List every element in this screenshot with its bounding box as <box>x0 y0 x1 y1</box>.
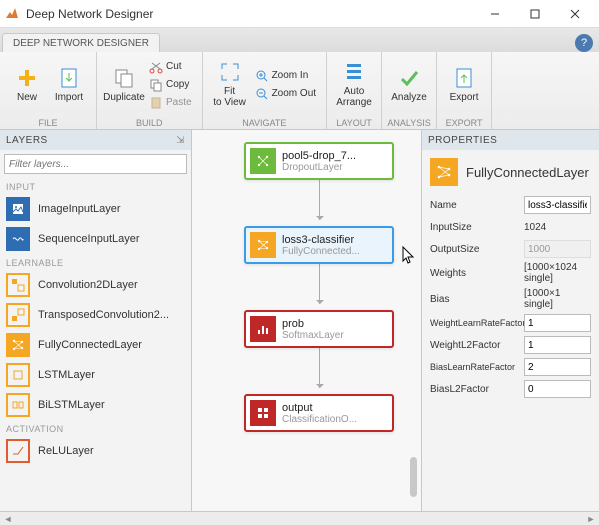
layer-tconv2d[interactable]: TransposedConvolution2... <box>0 300 191 330</box>
prop-weights: [1000×1024 single] <box>524 262 591 284</box>
check-icon <box>398 67 420 89</box>
zoom-in-icon <box>255 69 269 83</box>
layer-sequence-input[interactable]: SequenceInputLayer <box>0 224 191 254</box>
window-title: Deep Network Designer <box>26 7 475 21</box>
tconv2d-icon <box>6 303 30 327</box>
plus-icon <box>16 67 38 89</box>
layer-image-input[interactable]: ImageInputLayer <box>0 194 191 224</box>
fit-icon <box>219 61 241 83</box>
layers-panel: LAYERS ⇲ INPUT ImageInputLayer SequenceI… <box>0 130 192 511</box>
dropout-icon <box>250 148 276 174</box>
group-label-navigate: NAVIGATE <box>203 117 326 129</box>
footer: ◄ ► <box>0 511 599 525</box>
conv2d-icon <box>6 273 30 297</box>
layer-bilstm[interactable]: BiLSTMLayer <box>0 390 191 420</box>
prop-output-size-input <box>524 240 591 258</box>
lstm-icon <box>6 363 30 387</box>
matlab-logo-icon <box>4 6 20 22</box>
node-dropout[interactable]: pool5-drop_7...DropoutLayer <box>244 142 394 180</box>
fit-to-view-button[interactable]: Fit to View <box>209 56 251 114</box>
new-button[interactable]: New <box>6 56 48 114</box>
ribbon-tabs: DEEP NETWORK DESIGNER ? <box>0 28 599 52</box>
layers-panel-header: LAYERS ⇲ <box>0 130 191 150</box>
group-label-layout: LAYOUT <box>327 117 381 129</box>
zoom-out-button[interactable]: Zoom Out <box>251 85 320 103</box>
prop-blr-input[interactable] <box>524 358 591 376</box>
ribbon: New Import FILE Duplicate Cut Copy Paste… <box>0 52 599 130</box>
tab-deep-network-designer[interactable]: DEEP NETWORK DESIGNER <box>2 33 160 52</box>
prop-name-input[interactable] <box>524 196 591 214</box>
export-button[interactable]: Export <box>443 56 485 114</box>
prop-input-size: 1024 <box>524 222 591 233</box>
prop-wl2-input[interactable] <box>524 336 591 354</box>
category-input: INPUT <box>0 178 191 194</box>
import-icon <box>58 67 80 89</box>
close-button[interactable] <box>555 0 595 28</box>
properties-panel-header: PROPERTIES <box>422 130 599 150</box>
bilstm-icon <box>6 393 30 417</box>
layer-lstm[interactable]: LSTMLayer <box>0 360 191 390</box>
auto-arrange-button[interactable]: Auto Arrange <box>333 56 375 114</box>
edge <box>319 346 320 388</box>
node-loss3-classifier[interactable]: loss3-classifierFullyConnected... <box>244 226 394 264</box>
duplicate-icon <box>113 67 135 89</box>
fc-icon <box>6 333 30 357</box>
scroll-left-button[interactable]: ◄ <box>0 512 16 525</box>
maximize-button[interactable] <box>515 0 555 28</box>
zoom-in-button[interactable]: Zoom In <box>251 67 320 85</box>
paste-icon <box>149 96 163 110</box>
analyze-button[interactable]: Analyze <box>388 56 430 114</box>
properties-panel: PROPERTIES FullyConnectedLayer Name Inpu… <box>421 130 599 511</box>
import-button[interactable]: Import <box>48 56 90 114</box>
copy-button[interactable]: Copy <box>145 76 196 94</box>
relu-icon <box>6 439 30 463</box>
scroll-right-button[interactable]: ► <box>583 512 599 525</box>
group-label-build: BUILD <box>97 117 202 129</box>
softmax-icon <box>250 316 276 342</box>
zoom-out-icon <box>255 87 269 101</box>
edge <box>319 262 320 304</box>
scrollbar[interactable] <box>410 134 417 507</box>
filter-layers <box>4 154 187 174</box>
group-label-file: FILE <box>0 117 96 129</box>
layer-relu[interactable]: ReLULayer <box>0 436 191 466</box>
edge <box>319 178 320 220</box>
prop-bias: [1000×1 single] <box>524 288 591 310</box>
fc-icon <box>430 158 458 186</box>
help-button[interactable]: ? <box>575 34 593 52</box>
collapse-icon[interactable]: ⇲ <box>176 135 185 146</box>
copy-icon <box>149 78 163 92</box>
canvas[interactable]: pool5-drop_7...DropoutLayer loss3-classi… <box>192 130 421 511</box>
category-learnable: LEARNABLE <box>0 254 191 270</box>
layer-conv2d[interactable]: Convolution2DLayer <box>0 270 191 300</box>
node-prob[interactable]: probSoftmaxLayer <box>244 310 394 348</box>
group-label-analysis: ANALYSIS <box>382 117 436 129</box>
fc-icon <box>250 232 276 258</box>
node-output[interactable]: outputClassificationO... <box>244 394 394 432</box>
export-icon <box>453 67 475 89</box>
properties-title: FullyConnectedLayer <box>422 150 599 194</box>
arrange-icon <box>343 61 365 83</box>
paste-button[interactable]: Paste <box>145 94 196 112</box>
prop-bl2-input[interactable] <box>524 380 591 398</box>
filter-input[interactable] <box>4 154 187 174</box>
group-label-export: EXPORT <box>437 117 491 129</box>
classification-icon <box>250 400 276 426</box>
titlebar: Deep Network Designer <box>0 0 599 28</box>
scissors-icon <box>149 60 163 74</box>
duplicate-button[interactable]: Duplicate <box>103 56 145 114</box>
cut-button[interactable]: Cut <box>145 58 196 76</box>
layer-fully-connected[interactable]: FullyConnectedLayer <box>0 330 191 360</box>
category-activation: ACTIVATION <box>0 420 191 436</box>
prop-wlr-input[interactable] <box>524 314 591 332</box>
sequence-input-icon <box>6 227 30 251</box>
minimize-button[interactable] <box>475 0 515 28</box>
image-input-icon <box>6 197 30 221</box>
